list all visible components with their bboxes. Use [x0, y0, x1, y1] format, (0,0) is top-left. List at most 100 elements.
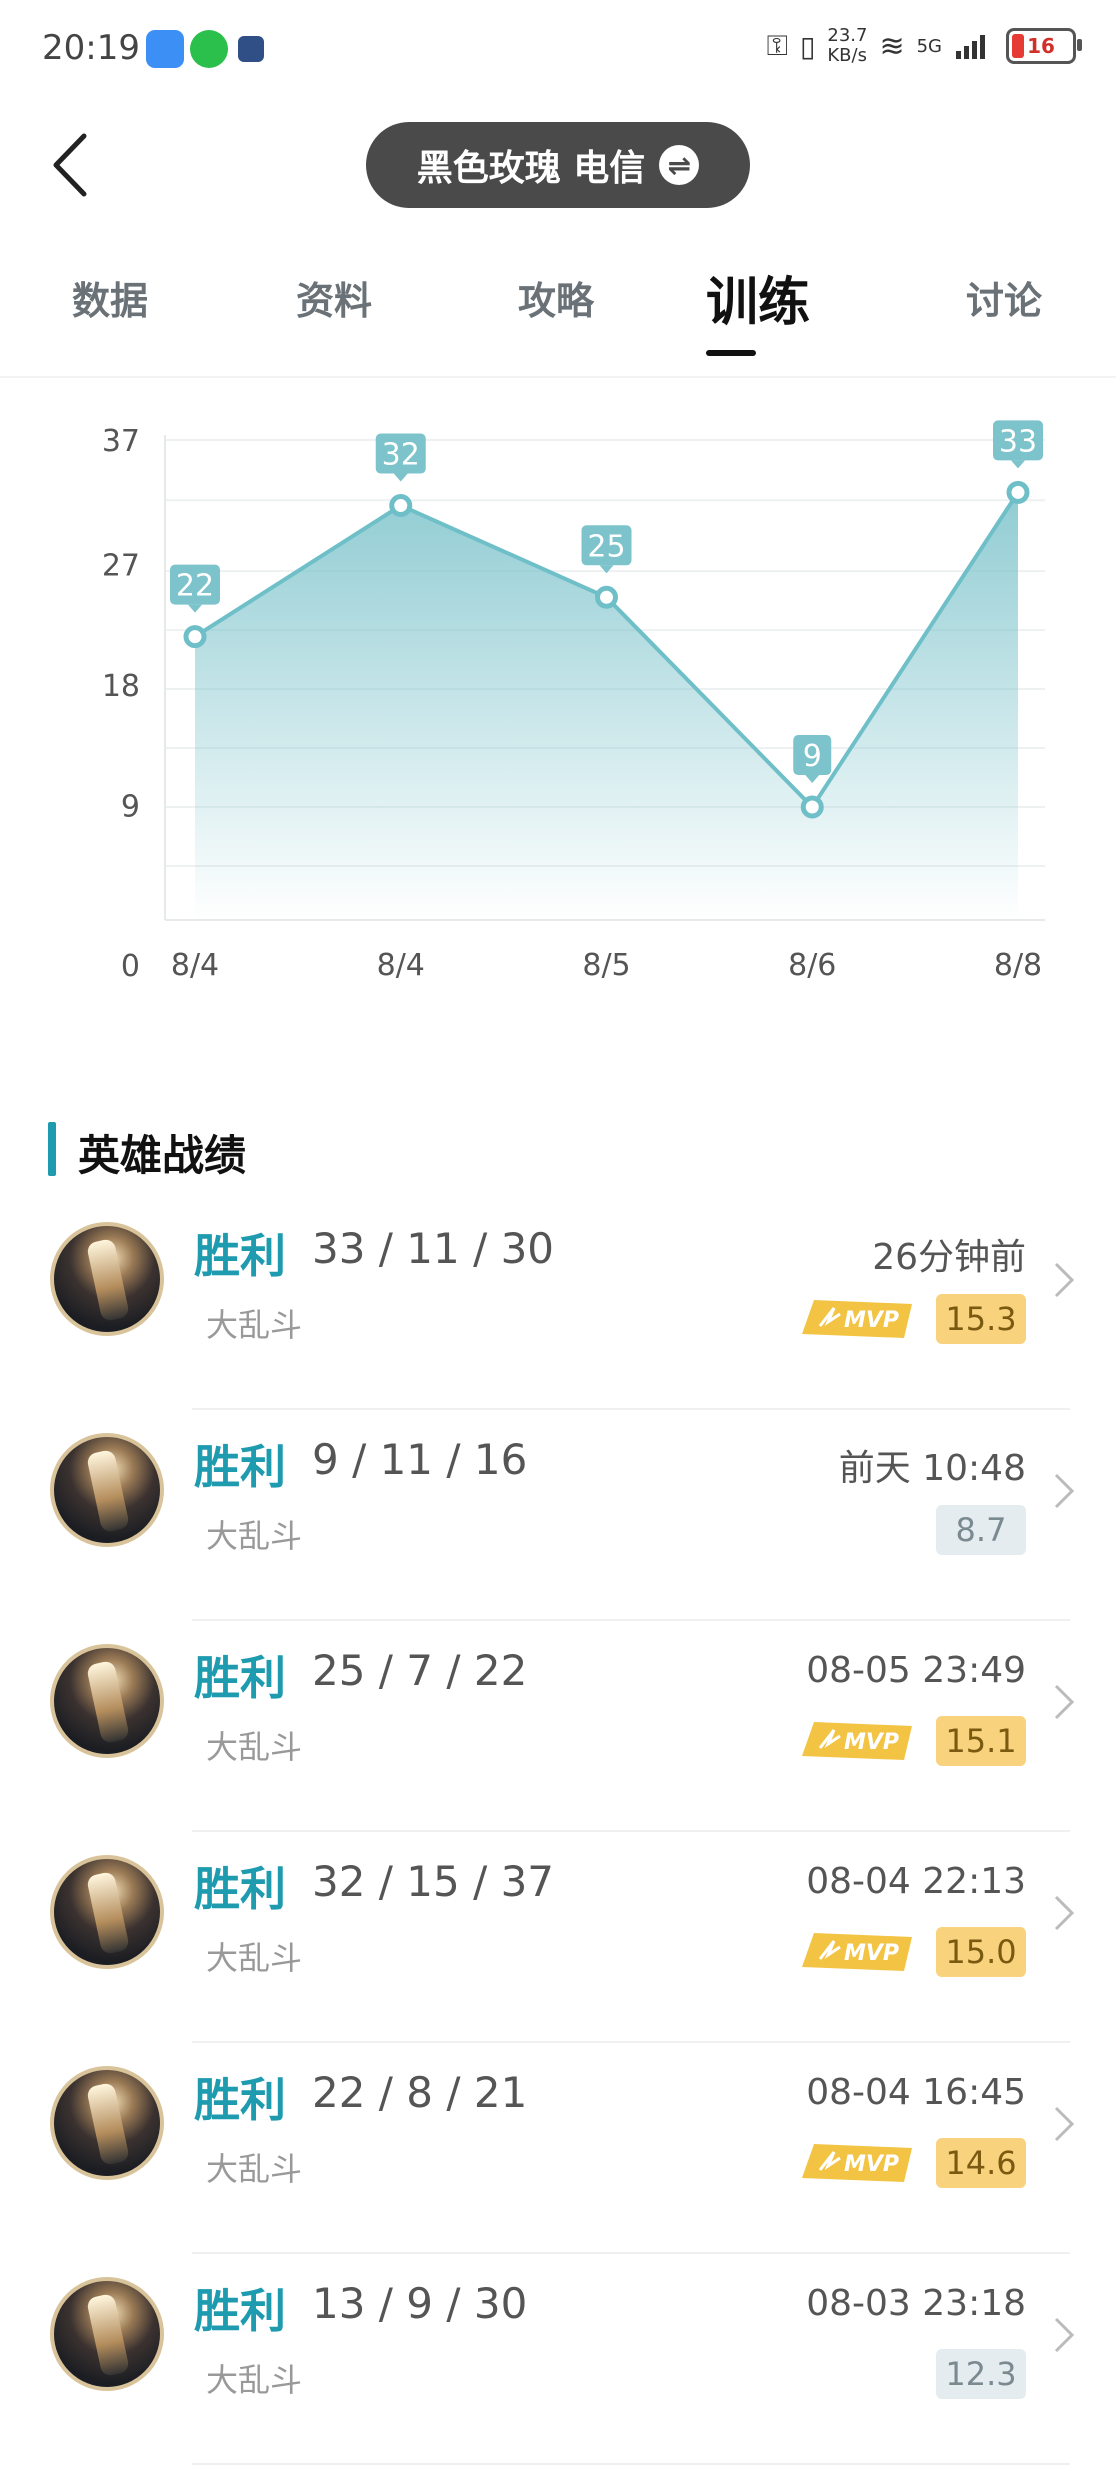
- match-score: 12.3: [936, 2349, 1026, 2399]
- match-score: 15.0: [936, 1927, 1026, 1977]
- chevron-right-icon: [1054, 2106, 1075, 2142]
- wifi-icon: ≋: [879, 28, 905, 64]
- data-point: [1006, 480, 1030, 504]
- hero-avatar: [50, 1644, 164, 1758]
- section-accent-bar: [48, 1122, 56, 1176]
- row-divider: [192, 2463, 1070, 2465]
- signal-icon: [956, 35, 985, 59]
- data-label: 32: [375, 433, 426, 482]
- match-mode: 大乱斗: [206, 1939, 303, 1977]
- match-record-row[interactable]: 胜利 9 / 11 / 16 大乱斗 前天 10:48 8.7: [0, 1411, 1116, 1621]
- cat-app-icon: [238, 36, 264, 62]
- mvp-badge-icon: MVP: [802, 1722, 912, 1760]
- tab-data[interactable]: 数据: [72, 270, 148, 325]
- match-time: 08-04 16:45: [806, 2072, 1026, 2113]
- back-arrow-icon[interactable]: [46, 130, 106, 200]
- x-tick-label: 8/6: [788, 948, 836, 983]
- match-mode: 大乱斗: [206, 2150, 303, 2188]
- match-record-row[interactable]: 胜利 32 / 15 / 37 大乱斗 08-04 22:13 MVP 15.0: [0, 1833, 1116, 2043]
- tab-strategy[interactable]: 攻略: [518, 270, 594, 325]
- match-result: 胜利: [194, 2284, 286, 2338]
- hero-avatar: [50, 2066, 164, 2180]
- tab-discussion[interactable]: 讨论: [966, 270, 1042, 325]
- tab-profile[interactable]: 资料: [296, 270, 372, 325]
- row-divider: [192, 2041, 1070, 2043]
- swap-icon: ⇌: [659, 145, 700, 185]
- app-notification-icon: [146, 30, 184, 68]
- match-mode: 大乱斗: [206, 1306, 303, 1344]
- match-kda: 9 / 11 / 16: [312, 1435, 528, 1484]
- net-speed: 23.7 KB/s: [827, 26, 867, 66]
- mvp-label: MVP: [844, 1941, 899, 1966]
- match-record-row[interactable]: 胜利 33 / 11 / 30 大乱斗 26分钟前 MVP 15.3: [0, 1200, 1116, 1410]
- y-tick-label: 0: [121, 949, 140, 984]
- chevron-right-icon: [1054, 1473, 1075, 1509]
- data-label: 22: [170, 564, 220, 613]
- hero-avatar: [50, 1433, 164, 1547]
- x-tick-label: 8/5: [582, 948, 630, 983]
- wechat-icon: [190, 30, 228, 68]
- match-time: 前天 10:48: [838, 1448, 1026, 1489]
- data-label-text: 33: [999, 424, 1037, 459]
- data-point: [800, 795, 824, 819]
- tab-training[interactable]: 训练: [706, 260, 810, 335]
- x-tick-label: 8/4: [171, 948, 219, 983]
- match-record-row[interactable]: 胜利 13 / 9 / 30 大乱斗 08-03 23:18 12.3: [0, 2255, 1116, 2465]
- match-result: 胜利: [194, 2073, 286, 2127]
- chevron-right-icon: [1054, 2317, 1075, 2353]
- match-time: 08-05 23:49: [806, 1650, 1026, 1691]
- y-tick-label: 9: [121, 790, 140, 825]
- data-label-text: 32: [382, 438, 420, 473]
- hero-avatar: [50, 1855, 164, 1969]
- mvp-label: MVP: [844, 1308, 899, 1333]
- match-mode: 大乱斗: [206, 2361, 303, 2399]
- key-icon: ⚿: [766, 29, 788, 62]
- mvp-label: MVP: [844, 1730, 899, 1755]
- match-result: 胜利: [194, 1651, 286, 1705]
- data-point: [595, 585, 618, 609]
- network-type: 5G: [916, 35, 942, 57]
- training-line-chart: 22 32 25 9 33 37 27 18 9 0 8/4 8/4 8/5 8/6 8/8: [102, 420, 1045, 984]
- data-label: 25: [581, 525, 632, 574]
- page-title: 黑色玫瑰 电信: [416, 148, 646, 189]
- y-tick-label: 37: [102, 424, 140, 459]
- chevron-right-icon: [1054, 1684, 1075, 1720]
- chevron-right-icon: [1054, 1895, 1075, 1931]
- divider: [0, 376, 1116, 378]
- match-kda: 22 / 8 / 21: [312, 2068, 528, 2117]
- y-tick-label: 18: [102, 669, 140, 704]
- account-switch-button[interactable]: 黑色玫瑰 电信 ⇌: [366, 122, 750, 208]
- data-label-text: 9: [803, 739, 822, 774]
- x-tick-label: 8/4: [377, 948, 425, 983]
- battery-icon: 16: [1006, 28, 1082, 64]
- tab-bar: 数据 资料 攻略 训练 讨论: [0, 250, 1116, 370]
- data-label-text: 22: [176, 569, 214, 604]
- match-score: 8.7: [936, 1505, 1026, 1555]
- match-record-row[interactable]: 胜利 25 / 7 / 22 大乱斗 08-05 23:49 MVP 15.1: [0, 1622, 1116, 1832]
- hero-avatar: [50, 2277, 164, 2391]
- match-time: 08-04 22:13: [806, 1861, 1026, 1902]
- match-kda: 32 / 15 / 37: [312, 1857, 555, 1906]
- data-point: [183, 625, 207, 649]
- net-speed-value: 23.7: [827, 25, 868, 46]
- data-point: [389, 494, 413, 518]
- active-tab-indicator: [706, 350, 756, 356]
- status-time: 20:19: [42, 28, 140, 68]
- match-mode: 大乱斗: [206, 1517, 303, 1555]
- chevron-right-icon: [1054, 1262, 1075, 1298]
- mvp-badge-icon: MVP: [802, 1300, 912, 1338]
- match-kda: 33 / 11 / 30: [312, 1224, 555, 1273]
- section-title: 英雄战绩: [78, 1131, 247, 1180]
- row-divider: [192, 2252, 1070, 2254]
- status-bar: 20:19 ⚿ ▯ 23.7 KB/s ≋ 5G 16: [0, 0, 1116, 100]
- y-tick-label: 27: [102, 549, 140, 584]
- hero-avatar: [50, 1222, 164, 1336]
- mvp-label: MVP: [844, 2152, 899, 2177]
- mvp-badge-icon: MVP: [802, 1933, 912, 1971]
- match-score: 15.3: [936, 1294, 1026, 1344]
- row-divider: [192, 1408, 1070, 1410]
- vibrate-icon: ▯: [799, 29, 816, 63]
- match-record-row[interactable]: 胜利 22 / 8 / 21 大乱斗 08-04 16:45 MVP 14.6: [0, 2044, 1116, 2254]
- x-tick-label: 8/8: [994, 948, 1042, 983]
- match-result: 胜利: [194, 1229, 286, 1283]
